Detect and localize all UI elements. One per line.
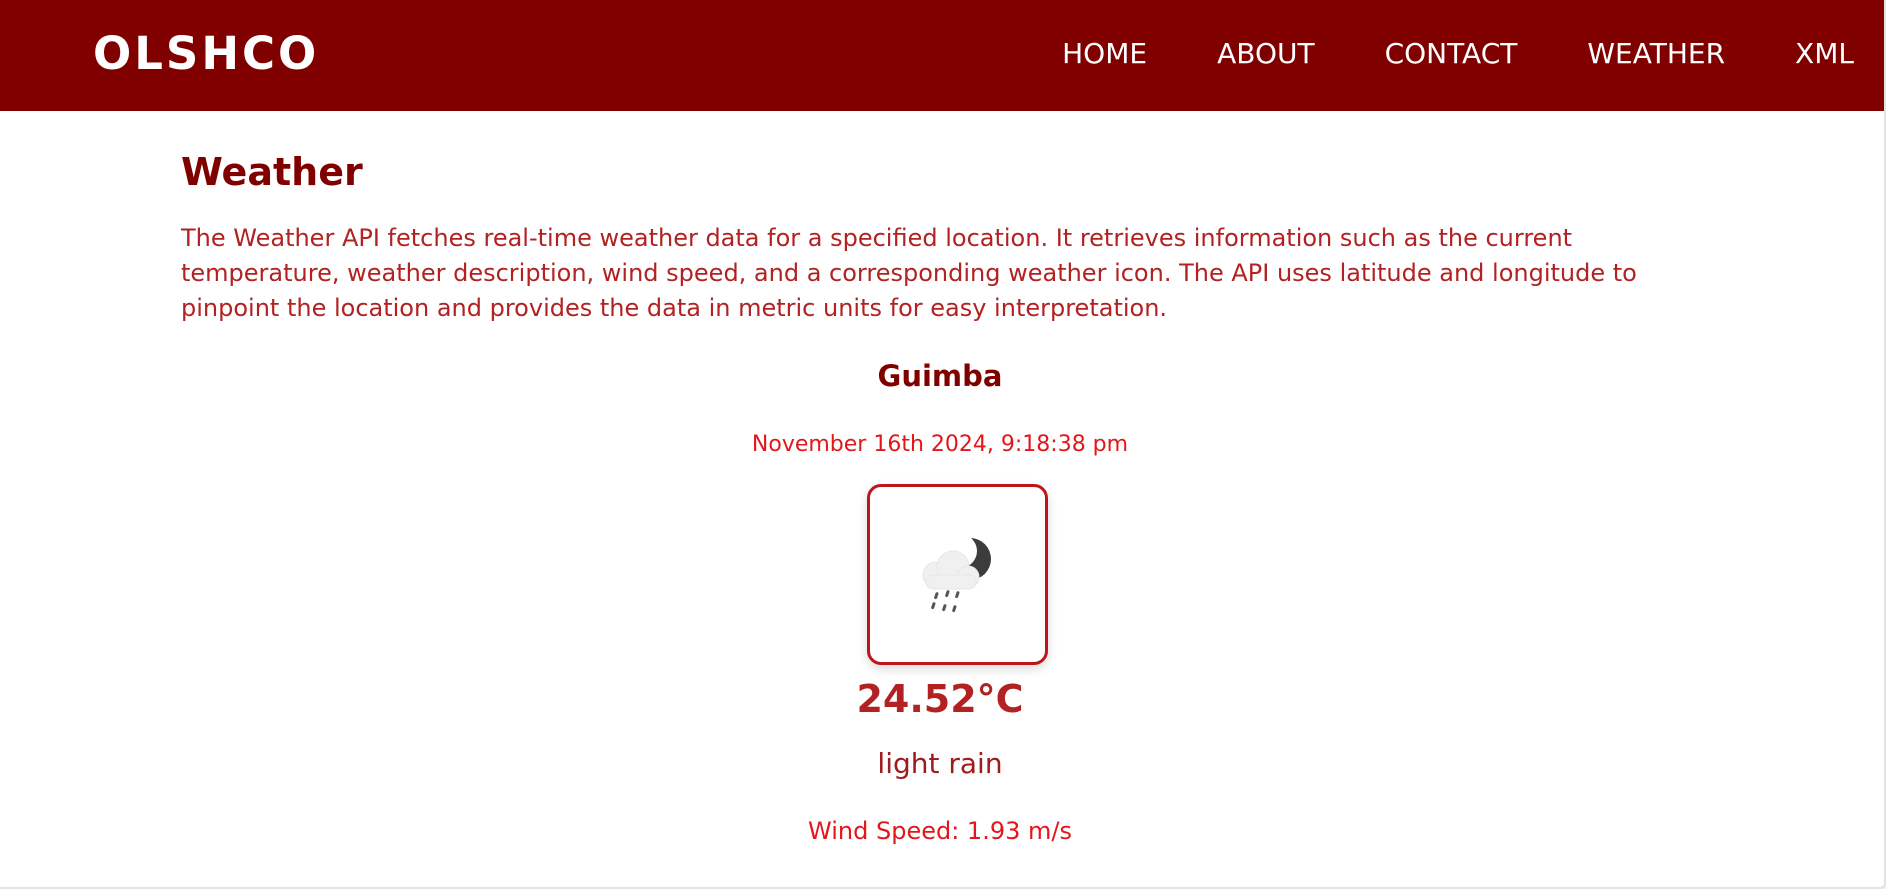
weather-icon-box [867,484,1048,665]
nav-link-about[interactable]: ABOUT [1217,36,1315,72]
city-name: Guimba [877,359,1003,393]
nav-links: HOME ABOUT CONTACT WEATHER XML [992,36,1884,72]
intro-paragraph: The Weather API fetches real-time weathe… [181,224,1637,322]
wind-speed: Wind Speed: 1.93 m/s [808,817,1072,845]
page-title: Weather [181,150,363,194]
weather-datetime: November 16th 2024, 9:18:38 pm [751,432,1129,457]
page-card: OLSHCO HOME ABOUT CONTACT WEATHER XML We… [0,0,1886,889]
temperature: 24.52°C [856,677,1024,721]
nav-link-xml[interactable]: XML [1795,36,1854,72]
weather-description: light rain [877,747,1003,780]
nav-link-contact[interactable]: CONTACT [1385,36,1518,72]
main-content: Weather The Weather API fetches real-tim… [181,111,1681,326]
page: OLSHCO HOME ABOUT CONTACT WEATHER XML We… [0,0,1886,889]
nav-link-weather[interactable]: WEATHER [1587,36,1725,72]
nav-link-home[interactable]: HOME [1062,36,1147,72]
cloud-moon-rain-icon [922,533,991,612]
navbar: OLSHCO HOME ABOUT CONTACT WEATHER XML [0,0,1884,111]
brand-logo[interactable]: OLSHCO [93,26,319,82]
